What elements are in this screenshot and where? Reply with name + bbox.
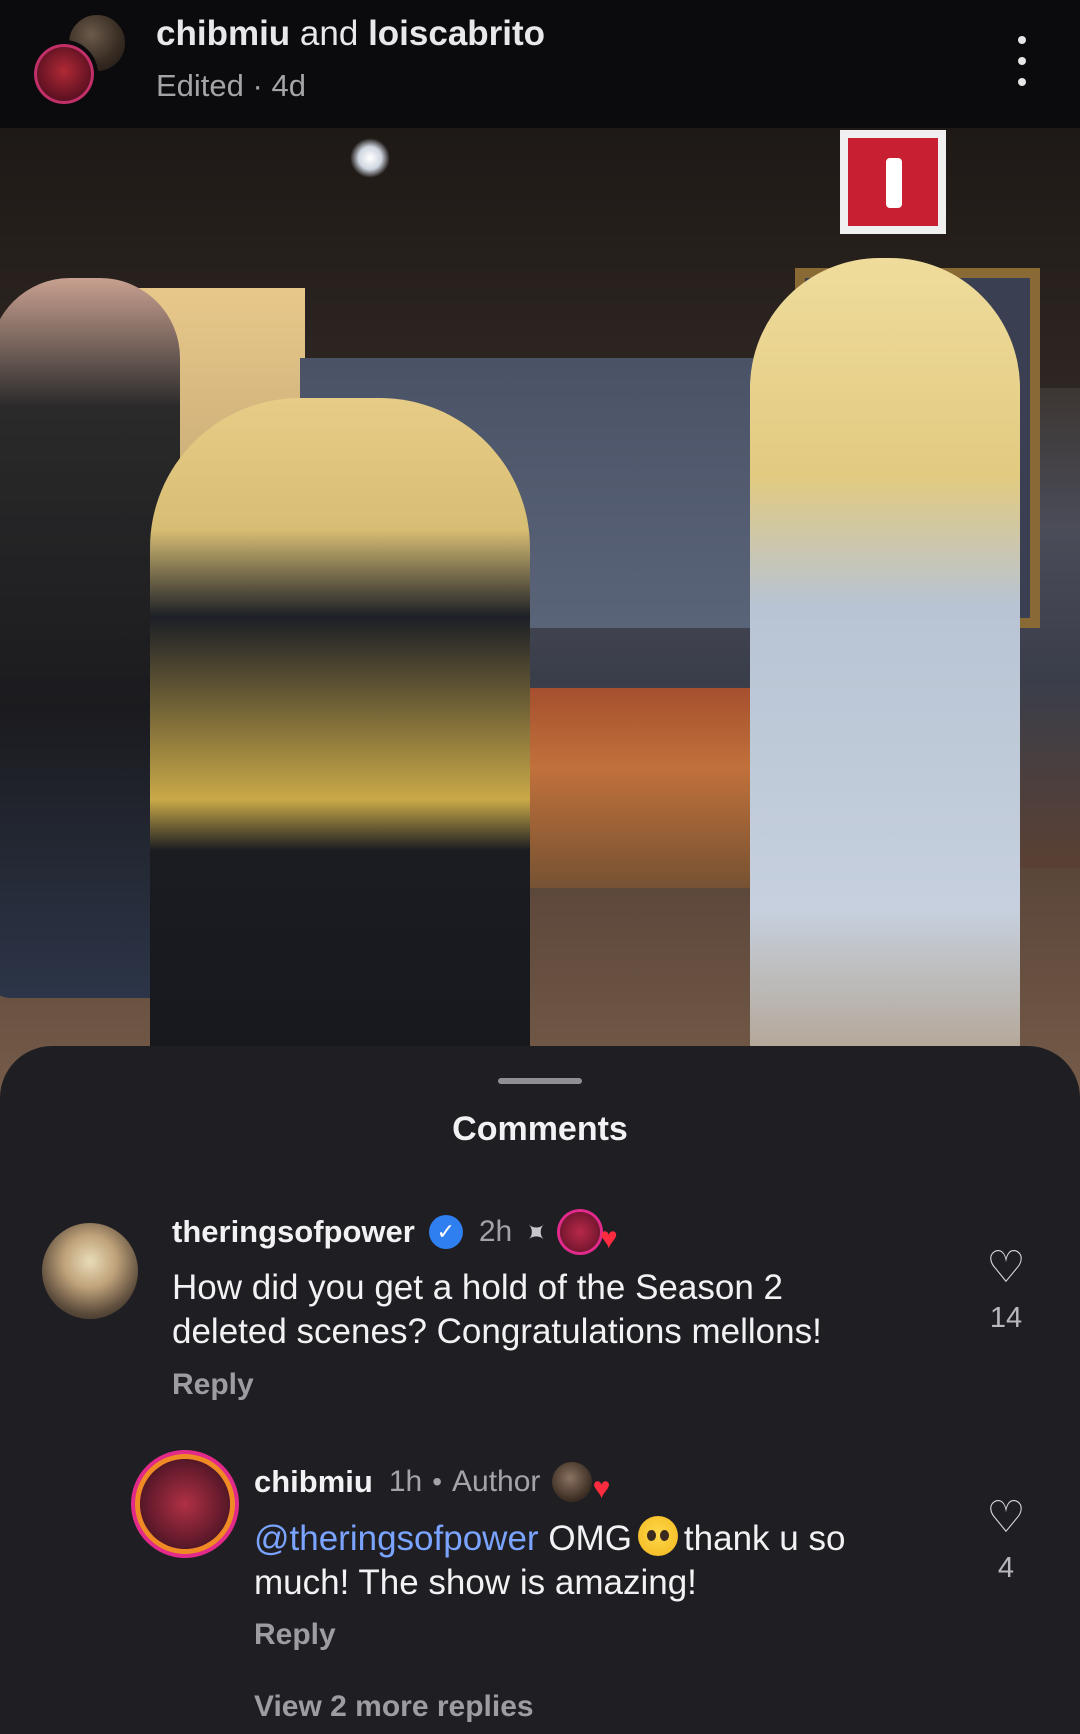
comment-text: @theringsofpower OMG thank u so much! The… — [254, 1516, 934, 1605]
comment-text: How did you get a hold of the Season 2 d… — [172, 1268, 822, 1351]
reply-button[interactable]: Reply — [254, 1618, 336, 1652]
verified-badge-icon: ✓ — [428, 1215, 463, 1249]
comment-header: theringsofpower ✓ 2h ✦ ♥ — [172, 1212, 618, 1254]
chibmiu-avatar[interactable] — [140, 1459, 230, 1549]
sheet-title: Comments — [452, 1110, 628, 1148]
comment-like[interactable]: ♡ 4 — [976, 1496, 1036, 1585]
theringsofpower-avatar[interactable] — [42, 1223, 138, 1319]
heart-outline-icon[interactable]: ♡ — [986, 1246, 1025, 1290]
post-meta: Edited · 4d — [156, 68, 306, 103]
pin-icon: ✦ — [516, 1212, 556, 1252]
comment-text-part: OMG — [548, 1519, 632, 1558]
liked-by-author-avatar: ♥ — [552, 1462, 610, 1504]
reply-button[interactable]: Reply — [172, 1368, 254, 1402]
post-header: chibmiu and loiscabrito Edited · 4d — [0, 0, 1080, 128]
author-chibmiu[interactable]: chibmiu — [156, 14, 290, 53]
post-video[interactable] — [0, 128, 1080, 1128]
like-count: 14 — [989, 1302, 1023, 1334]
like-count: 4 — [997, 1552, 1015, 1584]
comment-username[interactable]: chibmiu — [254, 1464, 373, 1500]
sheet-drag-handle[interactable] — [498, 1078, 582, 1084]
heart-filled-icon: ♥ — [599, 1222, 618, 1255]
comment-header: chibmiu 1h • Author ♥ — [254, 1462, 610, 1504]
pleading-face-emoji-icon — [637, 1516, 678, 1556]
authors-joiner: and — [299, 14, 359, 53]
separator-dot: • — [432, 1466, 443, 1497]
heart-filled-icon: ♥ — [592, 1472, 611, 1505]
comments-sheet: Comments theringsofpower ✓ 2h ✦ ♥ How di… — [0, 1046, 1080, 1734]
comment-username[interactable]: theringsofpower — [172, 1214, 415, 1250]
author-loiscabrito[interactable]: loiscabrito — [368, 14, 545, 53]
fire-extinguisher-sign — [840, 130, 946, 234]
comment-time: 1h — [388, 1465, 423, 1498]
comment-like[interactable]: ♡ 14 — [976, 1246, 1036, 1335]
chibmiu-avatar — [30, 40, 98, 108]
collab-avatars[interactable] — [30, 10, 140, 110]
view-more-replies-button[interactable]: View 2 more replies — [254, 1690, 534, 1724]
more-vertical-icon[interactable] — [1004, 36, 1040, 86]
heart-outline-icon[interactable]: ♡ — [986, 1496, 1025, 1540]
post-authors[interactable]: chibmiu and loiscabrito — [156, 14, 545, 54]
comment-time: 2h — [478, 1215, 513, 1248]
author-label: Author — [452, 1465, 541, 1498]
liked-by-author-avatar: ♥ — [559, 1212, 618, 1254]
mention-link[interactable]: @theringsofpower — [254, 1519, 539, 1558]
